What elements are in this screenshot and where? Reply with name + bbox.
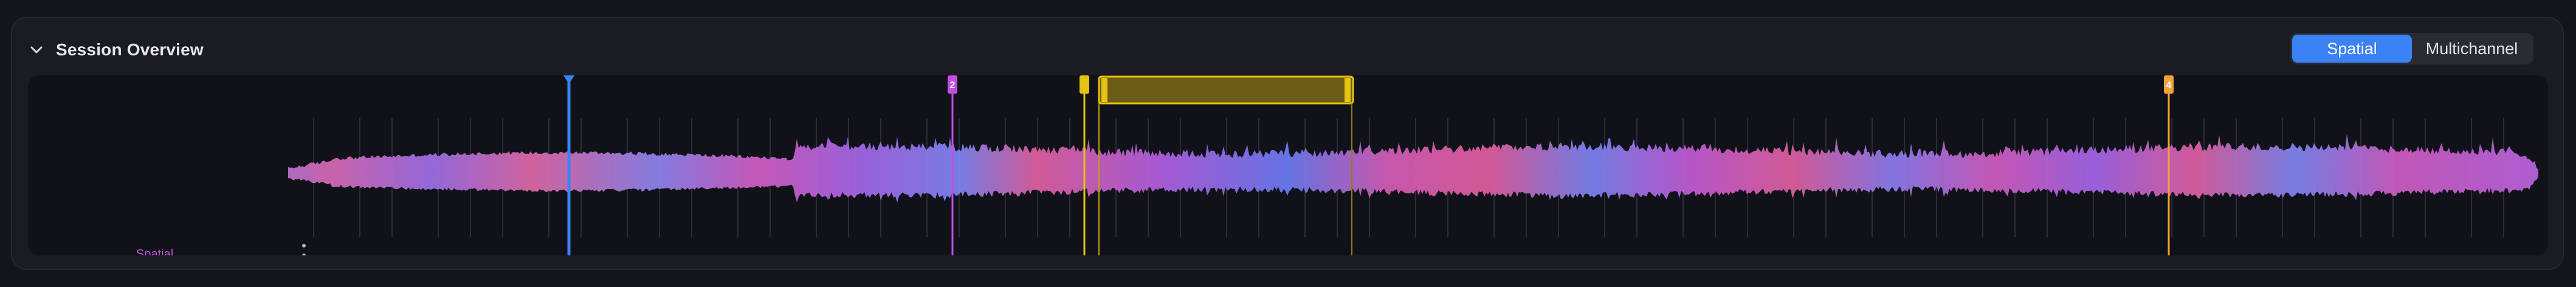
- view-mode-toggle: Spatial Multichannel: [2290, 33, 2533, 64]
- section-title: Session Overview: [56, 40, 204, 59]
- selection-region[interactable]: [1098, 75, 1354, 105]
- collapse-toggle[interactable]: [18, 32, 55, 68]
- multichannel-view-button[interactable]: Multichannel: [2412, 35, 2532, 63]
- track-menu-button[interactable]: [299, 242, 309, 255]
- waveform-canvas[interactable]: 24: [28, 75, 2548, 255]
- chevron-down-icon: [30, 46, 43, 54]
- vertical-dots-icon: [302, 244, 306, 255]
- marker-4-label: 4: [2166, 80, 2172, 91]
- marker-3-flag[interactable]: [1080, 75, 1089, 94]
- selection-handle-left[interactable]: [1101, 78, 1107, 102]
- selection-handle-right[interactable]: [1345, 78, 1351, 102]
- track-label: Spatial: [136, 247, 174, 255]
- marker-2-label: 2: [950, 80, 956, 91]
- waveform-track[interactable]: 24 Spatial: [28, 75, 2548, 255]
- playhead-handle[interactable]: [563, 75, 574, 84]
- spatial-view-button[interactable]: Spatial: [2292, 35, 2412, 63]
- audio-waveform: [288, 133, 2538, 203]
